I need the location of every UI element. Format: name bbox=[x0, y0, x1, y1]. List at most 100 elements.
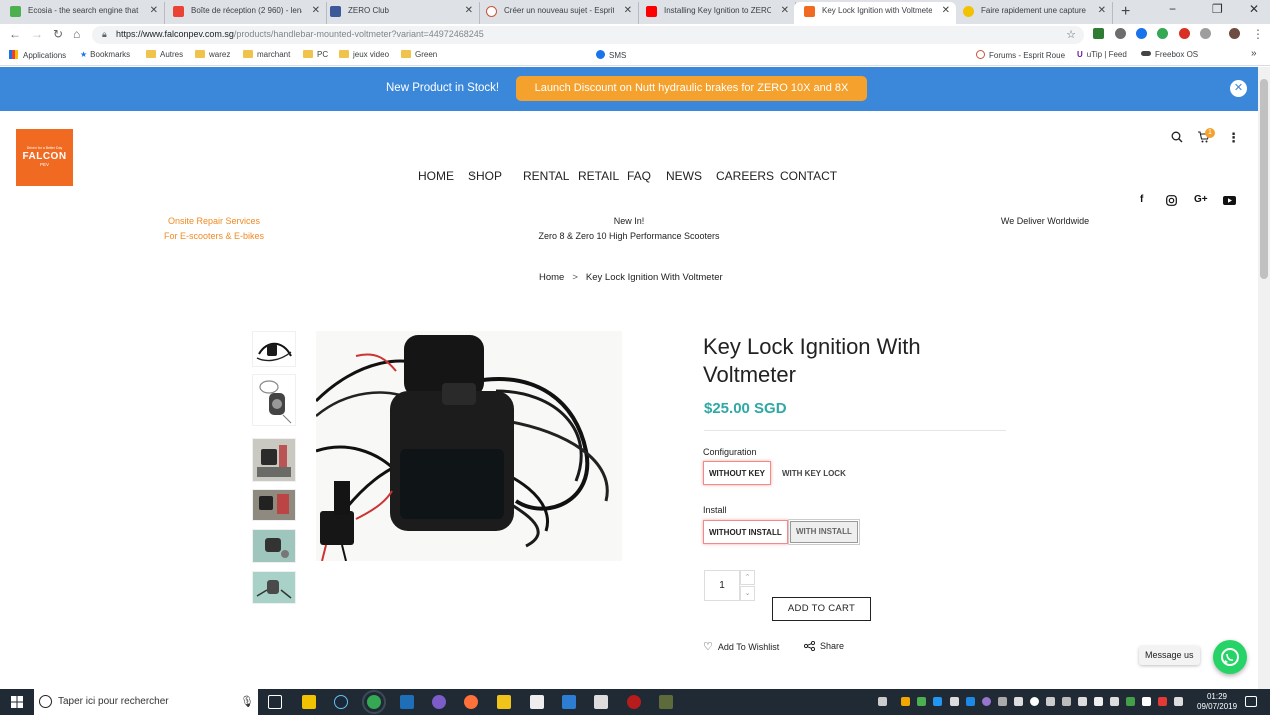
browser-tab[interactable]: Créer un nouveau sujet - Esprit R ✕ bbox=[476, 2, 639, 24]
forward-button[interactable]: → bbox=[31, 27, 43, 41]
browser-tab-active[interactable]: Key Lock Ignition with Voltmeter ✕ bbox=[794, 2, 956, 24]
address-bar[interactable]: 🔒︎ https://www.falconpev.com.sg/products… bbox=[92, 26, 1084, 44]
headphones-icon[interactable] bbox=[901, 697, 910, 706]
bookmark-folder-warez[interactable]: warez bbox=[195, 50, 230, 59]
taskbar-app-icon[interactable] bbox=[627, 695, 641, 709]
tab-close-icon[interactable]: ✕ bbox=[624, 2, 632, 20]
whatsapp-chat-button[interactable] bbox=[1213, 640, 1247, 674]
bookmark-sms[interactable]: SMS bbox=[596, 50, 626, 60]
site-logo[interactable]: Driven for a Better Day FALCON PEV bbox=[16, 129, 73, 186]
language-icon[interactable] bbox=[1174, 697, 1183, 706]
window-close-button[interactable]: ✕ bbox=[1249, 2, 1259, 16]
product-thumbnail[interactable] bbox=[252, 489, 296, 521]
tab-close-icon[interactable]: ✕ bbox=[942, 2, 950, 20]
add-to-cart-button[interactable]: ADD TO CART bbox=[772, 597, 871, 621]
extension-icon[interactable] bbox=[1157, 28, 1168, 39]
search-icon[interactable] bbox=[1171, 131, 1183, 146]
scrollbar-thumb[interactable] bbox=[1260, 79, 1268, 279]
nav-news[interactable]: NEWS bbox=[666, 169, 702, 183]
extension-icon[interactable] bbox=[1200, 28, 1211, 39]
bookmark-folder-pc[interactable]: PC bbox=[303, 50, 328, 59]
tray-icon[interactable] bbox=[933, 697, 942, 706]
notepad-icon[interactable] bbox=[530, 695, 544, 709]
bookmark-freebox[interactable]: Freebox OS bbox=[1141, 50, 1198, 59]
option-with-install[interactable]: WITH INSTALL bbox=[788, 519, 860, 545]
profile-avatar[interactable] bbox=[1229, 28, 1240, 39]
browser-menu-icon[interactable]: ⋮ bbox=[1252, 27, 1264, 41]
bookmark-forums[interactable]: Forums - Esprit Roue bbox=[976, 50, 1065, 60]
taskbar-app-icon[interactable] bbox=[659, 695, 673, 709]
tray-icon[interactable] bbox=[1142, 697, 1151, 706]
tray-icon[interactable] bbox=[1062, 697, 1071, 706]
product-thumbnail[interactable] bbox=[252, 374, 296, 426]
more-menu-icon[interactable]: ⋮ bbox=[1227, 130, 1240, 146]
tray-icon[interactable] bbox=[1158, 697, 1167, 706]
window-minimize-button[interactable]: − bbox=[1169, 2, 1176, 16]
cloud-icon[interactable] bbox=[1030, 697, 1039, 706]
tab-close-icon[interactable]: ✕ bbox=[150, 2, 158, 20]
keyboard-icon[interactable] bbox=[1094, 697, 1103, 706]
network-icon[interactable] bbox=[1078, 697, 1087, 706]
microphone-icon[interactable]: 🎙︎ bbox=[240, 695, 254, 708]
tab-close-icon[interactable]: ✕ bbox=[465, 2, 473, 20]
chrome-icon[interactable] bbox=[362, 690, 386, 714]
nav-home[interactable]: HOME bbox=[418, 169, 454, 183]
product-thumbnail[interactable] bbox=[252, 571, 296, 604]
extension-icon[interactable] bbox=[1115, 28, 1126, 39]
quantity-increase-button[interactable]: ⌃ bbox=[740, 570, 755, 585]
announcement-close-icon[interactable]: ✕ bbox=[1230, 80, 1247, 97]
tab-close-icon[interactable]: ✕ bbox=[1098, 2, 1106, 20]
browser-tab[interactable]: Boîte de réception (2 960) - lenar ✕ bbox=[163, 2, 327, 24]
bookmark-folder-autres[interactable]: Autres bbox=[146, 50, 183, 59]
page-scrollbar[interactable] bbox=[1258, 67, 1270, 689]
file-explorer-icon[interactable] bbox=[302, 695, 316, 709]
product-thumbnail[interactable] bbox=[252, 331, 296, 367]
nav-faq[interactable]: FAQ bbox=[627, 169, 651, 183]
add-to-wishlist-link[interactable]: ♡ Add To Wishlist bbox=[703, 640, 779, 653]
steam-icon[interactable] bbox=[334, 695, 348, 709]
product-thumbnail[interactable] bbox=[252, 438, 296, 482]
extension-icon[interactable] bbox=[1093, 28, 1104, 39]
reload-button[interactable]: ↻ bbox=[53, 27, 63, 41]
browser-tab[interactable]: ZERO Club ✕ bbox=[320, 2, 480, 24]
option-with-key-lock[interactable]: WITH KEY LOCK bbox=[777, 462, 851, 486]
tray-icon[interactable] bbox=[917, 697, 926, 706]
bookmark-apps[interactable]: Applications bbox=[9, 50, 66, 60]
taskbar-clock[interactable]: 01:29 09/07/2019 bbox=[1197, 692, 1237, 712]
windows-start-icon[interactable] bbox=[11, 696, 23, 708]
steam-tray-icon[interactable] bbox=[998, 697, 1007, 706]
taskbar-app-icon[interactable] bbox=[432, 695, 446, 709]
tab-close-icon[interactable]: ✕ bbox=[312, 2, 320, 20]
option-without-install[interactable]: WITHOUT INSTALL bbox=[703, 520, 788, 544]
taskbar-app-icon[interactable] bbox=[562, 695, 576, 709]
bookmark-utip[interactable]: UuTip | Feed bbox=[1077, 50, 1127, 59]
breadcrumb-home-link[interactable]: Home bbox=[539, 272, 564, 283]
youtube-icon[interactable] bbox=[1223, 196, 1236, 208]
tray-icon[interactable] bbox=[1014, 697, 1023, 706]
instagram-icon[interactable] bbox=[1166, 195, 1177, 209]
message-us-label[interactable]: Message us bbox=[1139, 646, 1200, 665]
nav-retail[interactable]: RETAIL bbox=[578, 169, 619, 183]
firefox-icon[interactable] bbox=[464, 695, 478, 709]
window-maximize-button[interactable]: ❐ bbox=[1212, 2, 1223, 16]
option-without-key[interactable]: WITHOUT KEY bbox=[703, 461, 771, 485]
more-bookmarks-button[interactable]: » bbox=[1251, 48, 1257, 59]
taskbar-app-icon[interactable] bbox=[497, 695, 511, 709]
bookmark-star-icon[interactable]: ☆ bbox=[1066, 28, 1076, 41]
product-main-image[interactable] bbox=[314, 331, 622, 562]
promo-button[interactable]: Launch Discount on Nutt hydraulic brakes… bbox=[516, 76, 867, 101]
tray-icon[interactable] bbox=[982, 697, 991, 706]
bookmark-bookmarks[interactable]: ★ Bookmarks bbox=[80, 50, 130, 59]
browser-tab[interactable]: Ecosia - the search engine that p ✕ bbox=[0, 2, 165, 24]
quantity-input[interactable]: 1 bbox=[704, 570, 740, 601]
taskbar-app-icon[interactable] bbox=[400, 695, 414, 709]
bookmark-folder-jeux-video[interactable]: jeux video bbox=[339, 50, 389, 59]
google-plus-icon[interactable]: G+ bbox=[1194, 194, 1208, 205]
browser-tab[interactable]: Installing Key Ignition to ZERO ar ✕ bbox=[636, 2, 796, 24]
back-button[interactable]: ← bbox=[9, 27, 21, 41]
bookmark-folder-green[interactable]: Green bbox=[401, 50, 437, 59]
volume-icon[interactable] bbox=[1110, 697, 1119, 706]
extension-icon[interactable] bbox=[1136, 28, 1147, 39]
tray-icon[interactable] bbox=[950, 697, 959, 706]
tray-icon[interactable] bbox=[1046, 697, 1055, 706]
